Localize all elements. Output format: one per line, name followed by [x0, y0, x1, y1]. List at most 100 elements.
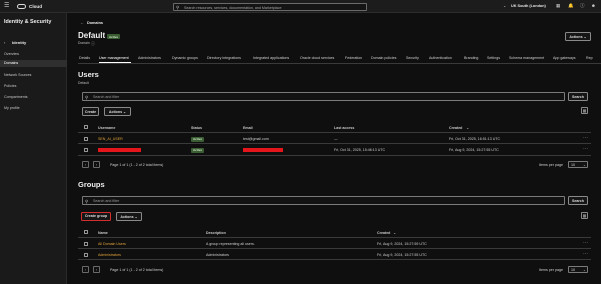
help-icon[interactable]: ⓘ: [580, 3, 585, 9]
user-username-link[interactable]: SEN_AI_USER: [98, 137, 123, 141]
sort-descending-icon[interactable]: ⌄: [466, 125, 469, 130]
domain-status-badge: Active: [107, 34, 121, 39]
row-actions-menu-icon[interactable]: ⋯: [583, 146, 588, 152]
chevron-down-icon: ⌄: [583, 35, 587, 39]
groups-prev-page-button[interactable]: ‹: [82, 266, 89, 273]
groups-search-input[interactable]: ⚲ Search and filter: [82, 196, 565, 205]
tab-dynamic-groups[interactable]: Dynamic groups: [172, 56, 198, 60]
tab-rep[interactable]: Rep: [586, 56, 593, 60]
tab-user-management[interactable]: User management: [99, 56, 129, 60]
tabs-divider: [78, 63, 601, 64]
groups-col-created[interactable]: Created: [377, 231, 390, 235]
chevron-down-icon: ⌄: [583, 162, 587, 167]
groups-pagination-text: Page 1 of 1 (1 - 2 of 2 total items): [110, 268, 164, 272]
sidebar-item-domains[interactable]: Domains: [0, 60, 67, 67]
back-arrow-icon[interactable]: ‹: [4, 40, 5, 45]
groups-search-placeholder: Search and filter: [93, 199, 120, 204]
row-actions-menu-icon[interactable]: ⋯: [583, 135, 588, 141]
groups-actions-button[interactable]: Actions ⌄: [116, 212, 142, 221]
row-actions-menu-icon[interactable]: ⋯: [583, 251, 588, 257]
sidebar-item-compartments[interactable]: Compartments: [4, 95, 28, 99]
region-selector[interactable]: UK South (London): [511, 4, 546, 8]
search-icon: ⚲: [85, 94, 89, 100]
sidebar-item-network-sources[interactable]: Network Sources: [4, 73, 31, 77]
group-row-checkbox[interactable]: [84, 252, 88, 257]
global-search-input[interactable]: ⚲ Search resources, services, documentat…: [173, 3, 367, 11]
group-created: Fri, Aug 9, 2024, 15:27:55 UTC: [377, 253, 427, 257]
groups-col-name[interactable]: Name: [98, 231, 108, 235]
user-status-badge: Active: [191, 147, 205, 153]
sort-descending-icon[interactable]: ⌄: [393, 230, 396, 235]
tab-federation[interactable]: Federation: [345, 56, 362, 60]
users-col-username[interactable]: Username: [98, 126, 115, 130]
users-select-all-checkbox[interactable]: [84, 125, 88, 129]
user-avatar-icon[interactable]: ☻: [591, 3, 596, 8]
sidebar-back-identity[interactable]: Identity: [12, 40, 26, 45]
group-created: Fri, Aug 9, 2024, 15:27:59 UTC: [377, 242, 427, 246]
group-description: A group representing all users.: [206, 242, 255, 246]
tab-domain-policies[interactable]: Domain policies: [371, 56, 396, 60]
domain-actions-button[interactable]: Actions ⌄: [565, 32, 591, 41]
create-group-button[interactable]: Create group: [81, 212, 111, 221]
users-next-page-button[interactable]: ›: [93, 161, 100, 168]
users-section-title: Users: [78, 70, 99, 79]
sidebar-title: Identity & Security: [4, 19, 52, 25]
sidebar: Identity & Security ‹ Identity Overview …: [0, 13, 67, 284]
users-search-placeholder: Search and filter: [93, 95, 120, 100]
sidebar-item-overview[interactable]: Overview: [4, 52, 19, 56]
users-search-input[interactable]: ⚲ Search and filter: [82, 92, 565, 101]
tab-details[interactable]: Details: [79, 56, 90, 60]
top-navigation-bar: ☰ Cloud ⚲ Search resources, services, do…: [0, 0, 601, 13]
chevron-down-icon: ⌄: [134, 215, 138, 219]
cloud-shell-icon[interactable]: ▦: [556, 3, 560, 9]
row-actions-menu-icon[interactable]: ⋯: [583, 240, 588, 246]
user-row-checkbox[interactable]: [84, 136, 88, 141]
page-title: Default: [78, 31, 106, 40]
group-name-link[interactable]: All Domain Users: [98, 242, 126, 246]
groups-select-all-checkbox[interactable]: [84, 230, 88, 234]
info-icon[interactable]: ⓘ: [91, 41, 95, 47]
tab-settings[interactable]: Settings: [487, 56, 500, 60]
breadcrumb[interactable]: Domains: [87, 21, 103, 25]
users-col-created[interactable]: Created: [449, 126, 462, 130]
groups-items-per-page-value: 10: [571, 268, 575, 272]
groups-search-button[interactable]: Search: [568, 196, 588, 205]
tab-branding[interactable]: Branding: [464, 56, 478, 60]
users-search-button[interactable]: Search: [568, 92, 588, 101]
tab-schema-management[interactable]: Schema management: [509, 56, 544, 60]
users-items-per-page-select[interactable]: 10 ⌄: [568, 161, 588, 168]
tab-authentication[interactable]: Authentication: [429, 56, 452, 60]
breadcrumb-back-icon[interactable]: ←: [80, 20, 84, 25]
tab-security[interactable]: Security: [406, 56, 419, 60]
page-subtitle: Domain: [78, 41, 90, 45]
users-actions-label: Actions: [108, 110, 123, 114]
users-prev-page-button[interactable]: ‹: [82, 161, 89, 168]
create-user-button[interactable]: Create: [82, 107, 99, 116]
create-group-label: Create group: [84, 214, 108, 218]
region-chevron-icon[interactable]: ⌄: [503, 3, 506, 8]
group-name-link[interactable]: Administrators: [98, 253, 121, 257]
oracle-logo-icon[interactable]: [17, 3, 26, 9]
column-settings-icon[interactable]: ▦: [581, 212, 588, 219]
menu-icon[interactable]: ☰: [4, 2, 9, 9]
users-col-status[interactable]: Status: [191, 126, 202, 130]
users-col-email[interactable]: Email: [243, 126, 253, 130]
groups-row-divider: [78, 248, 591, 249]
user-row-checkbox[interactable]: [84, 147, 88, 152]
tab-administrators[interactable]: Administrators: [138, 56, 161, 60]
column-settings-icon[interactable]: ▦: [581, 107, 588, 114]
groups-col-description[interactable]: Description: [206, 231, 226, 235]
users-col-last-access[interactable]: Last access: [334, 126, 354, 130]
tab-oracle-cloud-services[interactable]: Oracle cloud services: [300, 56, 334, 60]
sidebar-item-policies[interactable]: Policies: [4, 84, 16, 88]
groups-next-page-button[interactable]: ›: [93, 266, 100, 273]
tab-app-gateways[interactable]: App gateways: [553, 56, 576, 60]
tab-directory-integrations[interactable]: Directory integrations: [207, 56, 241, 60]
notifications-bell-icon[interactable]: 🔔: [568, 3, 574, 9]
users-actions-button[interactable]: Actions ⌄: [104, 107, 131, 116]
tab-integrated-applications[interactable]: Integrated applications: [253, 56, 289, 60]
sidebar-item-my-profile[interactable]: My profile: [4, 106, 20, 110]
group-row-checkbox[interactable]: [84, 241, 88, 246]
groups-items-per-page-select[interactable]: 10 ⌄: [568, 266, 588, 273]
brand-label: Cloud: [29, 3, 43, 9]
